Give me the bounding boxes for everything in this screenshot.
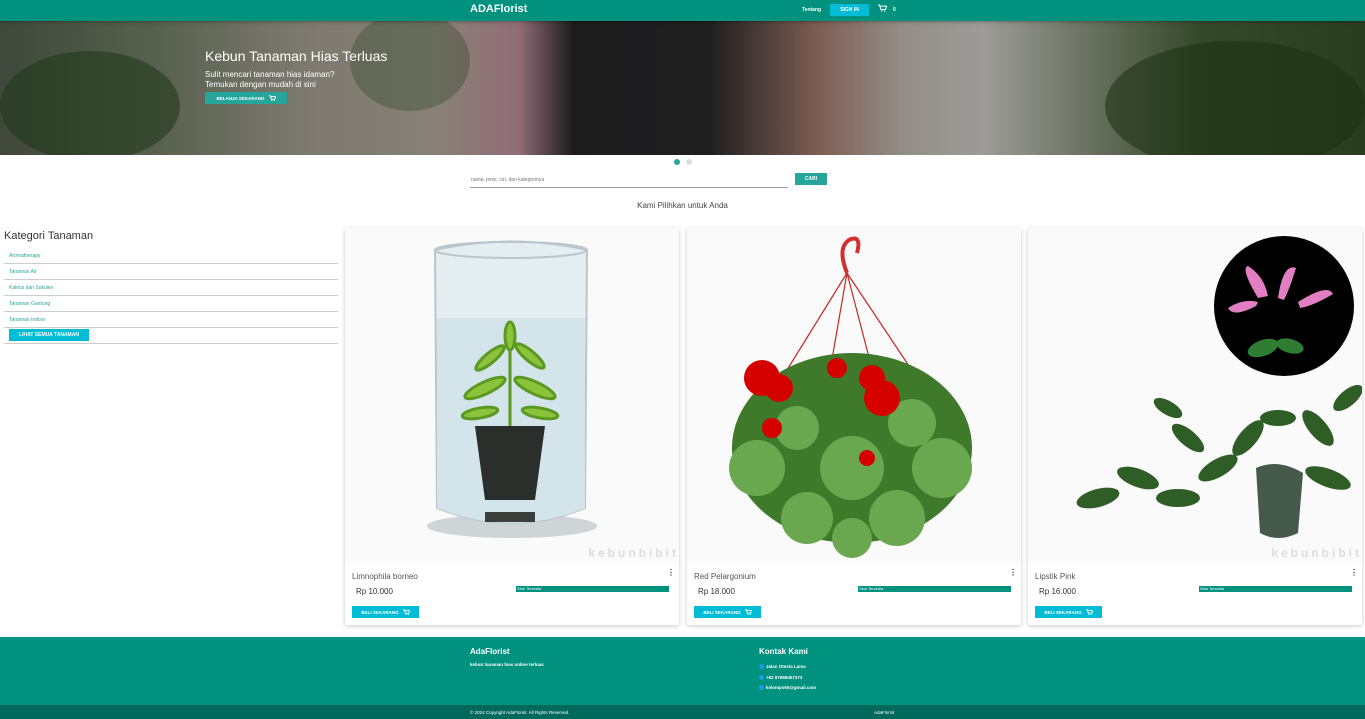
phone-icon [759,675,764,680]
category-title: Kategori Tanaman [4,230,94,242]
footer-address: Jalan Otesta Lama [759,664,806,669]
footer-contact-title: Kontak Kami [759,647,808,656]
cart-icon[interactable] [878,4,888,14]
cart-icon [402,609,410,615]
product-price: Rp 10.000 [356,587,393,596]
nav-link-about[interactable]: Tentang [802,7,821,13]
stock-badge: Stok Tersedia [516,586,669,592]
email-text: kelompok5@gmail.com [766,685,817,690]
location-icon [759,664,764,669]
cart-count: 0 [893,7,896,13]
copyright-text: © 2024 Copyright AdaFlorist. All Rights … [470,710,570,715]
search-button[interactable]: CARI [795,173,827,185]
footer-tagline: kebun tanaman hias online terluas [470,662,544,667]
footer-email[interactable]: kelompok5@gmail.com [759,685,816,690]
search-input[interactable] [470,173,788,188]
category-item-gantung[interactable]: Tanaman Gantung [4,296,338,312]
address-text: Jalan Otesta Lama [766,664,806,669]
product-price: Rp 16.000 [1039,587,1076,596]
buy-now-button[interactable]: BELI SEKARANG [352,606,419,618]
image-watermark: kebunbibit [588,546,679,560]
cart-icon [744,609,752,615]
product-card: kebunbibit Limnophila borneo ⋮ Stok Ters… [345,228,679,625]
footer-bottom-brand[interactable]: AdaFlorist [874,710,894,715]
email-icon [759,685,764,690]
sign-in-button[interactable]: SIGN IN [830,4,869,16]
brand-logo[interactable]: ADAFlorist [470,3,527,15]
hero-subtitle-1: Sulit mencari tanaman hias idaman? [205,70,335,79]
category-item-tanaman-air[interactable]: Tanaman Air [4,264,338,280]
product-card: kebunbibit Lipstik Pink ⋮ Stok Tersedia … [1028,228,1362,625]
product-price: Rp 18.000 [698,587,735,596]
hero-title: Kebun Tanaman Hias Terluas [205,48,388,64]
phone-text: +62 87868457373 [766,675,803,680]
shop-now-button[interactable]: BELANJA SEKARANG [205,92,287,104]
buy-now-button[interactable]: BELI SEKARANG [1035,606,1102,618]
hero-banner: Kebun Tanaman Hias Terluas Sulit mencari… [0,21,1365,155]
more-options-icon[interactable]: ⋮ [1350,568,1358,577]
product-name: Limnophila borneo [352,572,418,581]
buy-now-label: BELI SEKARANG [1044,609,1082,615]
image-watermark: kebunbibit [1271,546,1362,560]
stock-badge: Stok Tersedia [1199,586,1352,592]
category-item-aromatherapy[interactable]: Aromatherapy [4,248,338,264]
stock-badge: Stok Tersedia [858,586,1011,592]
footer: AdaFlorist kebun tanaman hias online ter… [0,637,1365,705]
product-card: Red Pelargonium ⋮ Stok Tersedia Rp 18.00… [687,228,1021,625]
carousel-dot-2[interactable] [686,159,692,165]
buy-now-label: BELI SEKARANG [703,609,741,615]
buy-now-button[interactable]: BELI SEKARANG [694,606,761,618]
product-name: Lipstik Pink [1035,572,1076,581]
buy-now-label: BELI SEKARANG [361,609,399,615]
product-image[interactable] [687,228,1021,563]
cart-icon [1085,609,1093,615]
footer-bottom-bar: © 2024 Copyright AdaFlorist. All Rights … [0,705,1365,719]
cart-icon [268,95,276,101]
divider [4,343,338,344]
category-item-kaktus[interactable]: Kaktus dan Sukulen [4,280,338,296]
see-all-plants-button[interactable]: LIHAT SEMUA TANAMAN [9,329,89,341]
product-image[interactable] [345,228,679,563]
hero-subtitle-2: Temukan dengan mudah di sini [205,80,316,89]
more-options-icon[interactable]: ⋮ [1009,568,1017,577]
carousel-dot-1[interactable] [674,159,680,165]
product-image[interactable] [1028,228,1362,563]
footer-phone: +62 87868457373 [759,675,802,680]
more-options-icon[interactable]: ⋮ [667,568,675,577]
product-name: Red Pelargonium [694,572,756,581]
shop-now-label: BELANJA SEKARANG [216,95,265,101]
top-navbar: ADAFlorist Tentang SIGN IN 0 [0,0,1365,21]
category-item-indoor[interactable]: Tanaman Indoor [4,312,338,328]
footer-brand: AdaFlorist [470,647,510,656]
section-title: Kami Pilihkan untuk Anda [637,201,728,210]
